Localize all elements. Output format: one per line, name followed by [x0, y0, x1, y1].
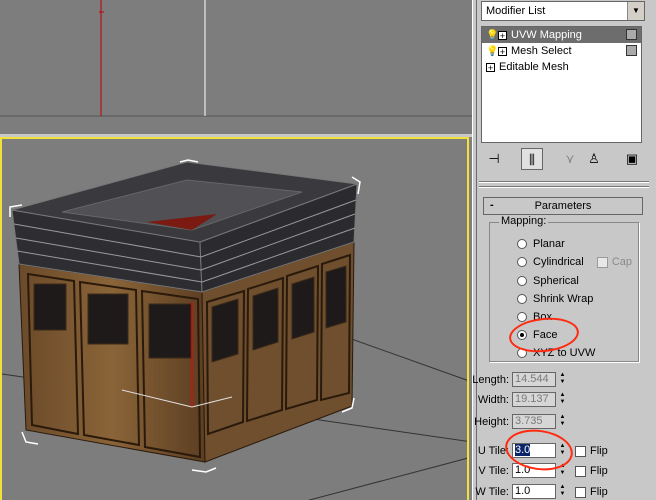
expand-plus-icon[interactable]: +: [486, 62, 495, 72]
modifier-dropdown-arrow-icon[interactable]: ▼: [627, 2, 644, 20]
w-tile-spinner[interactable]: ▲ ▼: [558, 484, 567, 499]
length-label: Length:: [472, 374, 509, 386]
height-field: Height: 3.735 ▲ ▼: [453, 414, 633, 430]
make-unique-icon[interactable]: ⋎: [559, 148, 581, 170]
length-spinner[interactable]: ▲ ▼: [558, 372, 567, 387]
top-viewport-canvas: [0, 0, 472, 117]
panel-separator: [479, 186, 649, 188]
radio-planar[interactable]: Planar: [517, 236, 565, 252]
light-bulb-icon[interactable]: 💡: [486, 28, 498, 44]
configure-sets-icon[interactable]: ▣: [621, 148, 643, 170]
light-bulb-icon[interactable]: 💡: [486, 44, 498, 60]
width-field: Width: 19.137 ▲ ▼: [453, 392, 633, 408]
w-flip-checkbox[interactable]: Flip: [575, 484, 608, 500]
stack-item-toggle[interactable]: [626, 45, 637, 56]
checkbox[interactable]: [575, 445, 586, 457]
w-tile-field: W Tile: 1.0 ▲ ▼ Flip: [453, 484, 653, 500]
expand-plus-icon[interactable]: +: [498, 46, 507, 56]
radio-shrink-wrap[interactable]: Shrink Wrap: [517, 291, 593, 307]
v-tile-label: V Tile:: [478, 465, 509, 477]
height-input[interactable]: 3.735: [512, 414, 556, 429]
pin-stack-icon[interactable]: ⊣: [483, 148, 505, 170]
radio-label: Cylindrical: [533, 256, 584, 268]
radio-button[interactable]: [517, 257, 527, 268]
stack-item-label: Mesh Select: [511, 45, 572, 58]
stack-item-label: UVW Mapping: [511, 29, 582, 42]
modifier-stack[interactable]: 💡+ UVW Mapping 💡+ Mesh Select + Editable Me…: [481, 26, 642, 143]
perspective-viewport[interactable]: [0, 137, 469, 500]
stack-item-uvw-mapping[interactable]: 💡+ UVW Mapping: [482, 27, 641, 43]
radio-button[interactable]: [517, 276, 527, 287]
radio-button[interactable]: [517, 312, 527, 323]
flip-label: Flip: [590, 445, 608, 457]
flip-label: Flip: [590, 465, 608, 477]
checkbox[interactable]: [575, 465, 586, 477]
length-field: Length: 14.544 ▲ ▼: [453, 372, 633, 388]
show-end-result-icon[interactable]: ⫼: [521, 148, 543, 170]
expand-plus-icon[interactable]: +: [498, 30, 507, 40]
rollout-title: Parameters: [534, 200, 592, 212]
width-input[interactable]: 19.137: [512, 392, 556, 407]
u-flip-checkbox[interactable]: Flip: [575, 443, 608, 459]
width-spinner[interactable]: ▲ ▼: [558, 392, 567, 407]
stack-item-editable-mesh[interactable]: + Editable Mesh: [482, 59, 641, 75]
height-label: Height:: [474, 416, 509, 428]
v-flip-checkbox[interactable]: Flip: [575, 463, 608, 479]
cap-checkbox[interactable]: Cap: [596, 256, 632, 268]
panel-separator: [479, 181, 649, 183]
stack-toolbar: ⊣ ⫼ ⋎ ♙ ▣: [481, 148, 645, 170]
radio-label: Planar: [533, 238, 565, 250]
stack-item-mesh-select[interactable]: 💡+ Mesh Select: [482, 43, 641, 59]
checkbox[interactable]: [596, 256, 608, 268]
width-label: Width:: [477, 394, 509, 406]
remove-modifier-icon[interactable]: ♙: [583, 148, 605, 170]
w-tile-input[interactable]: 1.0: [512, 484, 556, 499]
top-viewport[interactable]: [0, 0, 472, 134]
cap-label: Cap: [611, 256, 632, 268]
length-input[interactable]: 14.544: [512, 372, 556, 387]
u-tile-label: U Tile:: [477, 445, 509, 457]
modifier-list-dropdown[interactable]: Modifier List ▼: [481, 1, 645, 21]
command-panel: Modifier List ▼ 💡+ UVW Mapping 💡+ Mesh Sel…: [472, 0, 656, 500]
parameters-rollout-header[interactable]: - Parameters: [483, 197, 643, 215]
stack-item-label: Editable Mesh: [499, 61, 569, 74]
flip-label: Flip: [590, 486, 608, 498]
radio-button[interactable]: [517, 294, 527, 305]
mapping-group-label: Mapping:: [499, 215, 549, 227]
checkbox[interactable]: [575, 486, 586, 498]
radio-label: Spherical: [533, 275, 579, 287]
radio-label: Shrink Wrap: [533, 293, 594, 305]
w-tile-label: W Tile:: [475, 486, 509, 498]
radio-button[interactable]: [517, 239, 527, 250]
height-spinner[interactable]: ▲ ▼: [558, 414, 567, 429]
radio-spherical[interactable]: Spherical: [517, 273, 579, 289]
stack-item-toggle[interactable]: [626, 29, 637, 40]
perspective-canvas: [2, 159, 467, 500]
radio-cylindrical[interactable]: Cylindrical Cap: [517, 254, 632, 270]
modifier-list-label: Modifier List: [486, 5, 546, 17]
